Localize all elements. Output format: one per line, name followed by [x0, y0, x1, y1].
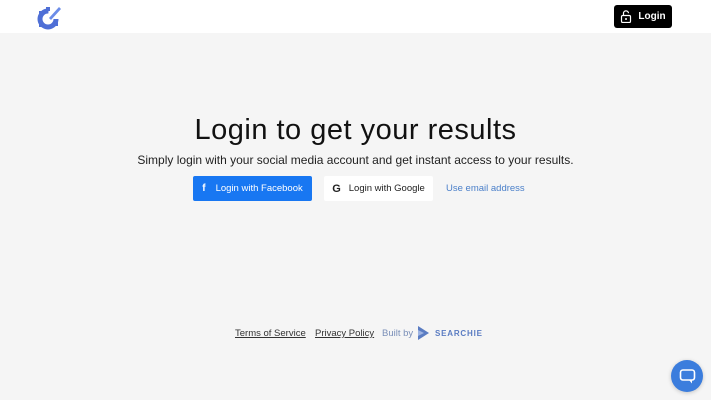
login-google-button[interactable]: G Login with Google	[324, 176, 433, 201]
login-google-label: Login with Google	[348, 183, 425, 194]
unlock-icon	[621, 10, 632, 23]
built-by-label: Built by	[382, 328, 414, 339]
chat-bubble-icon	[679, 368, 695, 383]
use-email-link[interactable]: Use email address	[446, 183, 525, 194]
brand-logo-icon[interactable]	[37, 4, 63, 30]
login-button[interactable]: Login	[614, 5, 672, 28]
privacy-policy-link[interactable]: Privacy Policy	[315, 328, 374, 339]
login-button-label: Login	[638, 11, 666, 22]
facebook-icon: f	[202, 183, 206, 194]
login-facebook-button[interactable]: f Login with Facebook	[193, 176, 312, 201]
page-title: Login to get your results	[194, 114, 517, 146]
chat-widget-button[interactable]	[671, 360, 703, 392]
searchie-brand-link[interactable]: SEARCHIE	[416, 324, 483, 342]
footer: Terms of Service Privacy Policy Built by…	[0, 324, 711, 342]
terms-of-service-link[interactable]: Terms of Service	[235, 328, 306, 339]
searchie-brand-name: SEARCHIE	[435, 328, 483, 338]
google-icon: G	[332, 182, 341, 195]
page-subtitle: Simply login with your social media acco…	[137, 153, 574, 167]
searchie-logo-icon	[418, 326, 429, 340]
top-bar: Login	[0, 0, 711, 33]
login-facebook-label: Login with Facebook	[215, 183, 303, 194]
